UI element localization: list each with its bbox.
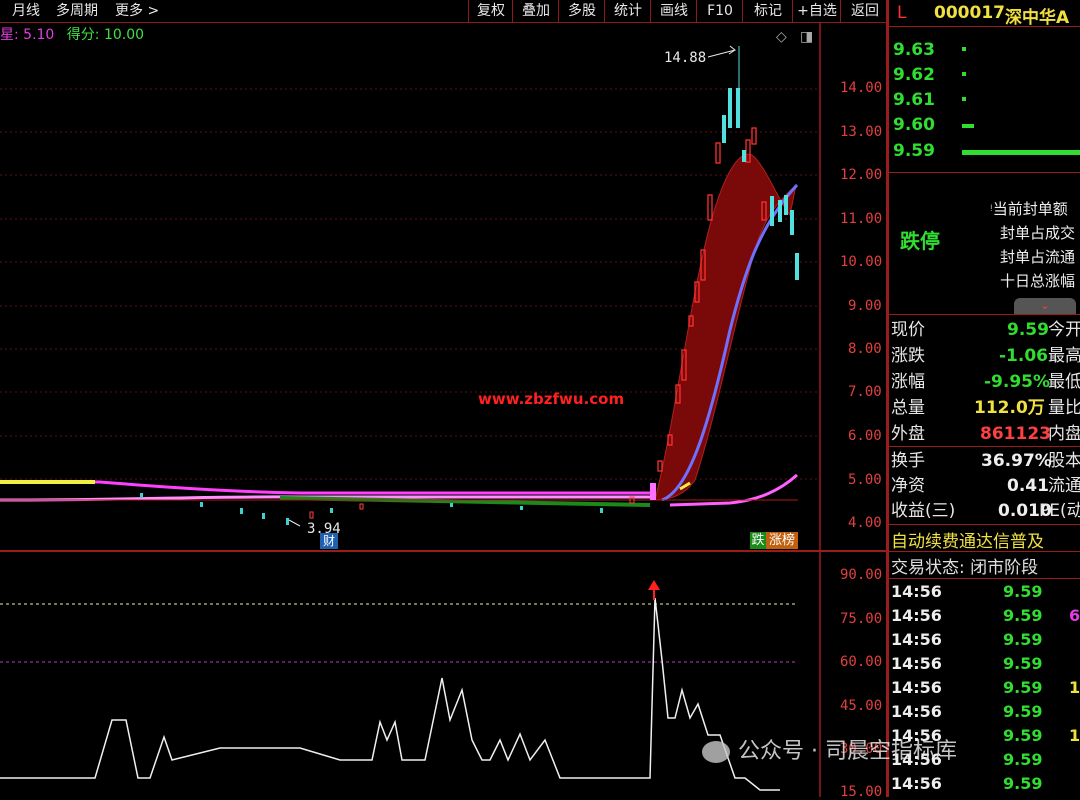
window-toggle-icon[interactable]: ◨ (800, 29, 813, 45)
restore-rights-button[interactable]: 复权 (468, 0, 513, 22)
tick-row: 14:56 9.59 (891, 630, 1043, 649)
osc-y-tick: 75.00 (840, 611, 883, 627)
more-button[interactable]: 更多 > (115, 0, 159, 22)
stat-row: 收益(三) 0.010 PE(动 (891, 501, 1080, 521)
quote-flag: L (897, 3, 907, 23)
wechat-icon (702, 741, 730, 763)
ranking-tag[interactable]: 涨榜 (766, 532, 798, 549)
y-tick-label: 10.00 (840, 254, 883, 270)
divider (889, 172, 1080, 173)
seal-info-item: ᵎ当前封单额 (990, 200, 1068, 218)
book-price: 9.59 (893, 141, 935, 161)
tick-row: 14:56 9.59 (891, 774, 1043, 793)
stock-name: 深中华A (1005, 8, 1070, 28)
y-tick-label: 9.00 (848, 298, 882, 314)
book-bar (962, 72, 966, 76)
stock-code: 000017 (934, 3, 1005, 23)
wechat-watermark: 公众号 · 司晨空指标库 (702, 736, 957, 768)
trade-state: 交易状态: 闭市阶段 (891, 558, 1039, 578)
y-tick-label: 7.00 (848, 384, 882, 400)
stat-row: 现价 9.59 今开 (891, 320, 1080, 340)
draw-line-button[interactable]: 画线 (650, 0, 697, 22)
multi-period-button[interactable]: 多周期 (56, 0, 98, 22)
osc-y-tick: 90.00 (840, 567, 883, 583)
tick-row: 14:56 9.59 (891, 654, 1043, 673)
high-price-label: 14.88 (664, 50, 706, 66)
overlay-button[interactable]: 叠加 (512, 0, 559, 22)
divider (889, 26, 1080, 27)
osc-y-tick: 45.00 (840, 698, 883, 714)
add-watchlist-button[interactable]: +自选 (792, 0, 841, 22)
statistics-button[interactable]: 统计 (604, 0, 651, 22)
book-bar (962, 150, 1080, 155)
multi-stock-button[interactable]: 多股 (558, 0, 605, 22)
book-price: 9.62 (893, 65, 935, 85)
divider (889, 314, 1080, 315)
book-price: 9.61 (893, 90, 935, 110)
quote-header: L 000017 深中华A (889, 0, 1080, 28)
tick-row: 14:56 9.59 (891, 702, 1043, 721)
back-button[interactable]: 返回 (840, 0, 889, 22)
book-price: 9.60 (893, 115, 935, 135)
seal-info-list: ᵎ当前封单额 封单占成交 封单占流通 十日总涨幅 (990, 197, 1075, 293)
tick-row: 14:56 9.59 (891, 582, 1043, 601)
osc-y-tick: 60.00 (840, 654, 883, 670)
stat-row: 换手 36.97% 股本 (891, 451, 1080, 471)
monthly-button[interactable]: 月线 (12, 0, 40, 22)
book-bar (962, 97, 966, 101)
price-chart[interactable]: 14.88 3.94 www.zbzfwu.com ◇ ◨ (0, 22, 888, 550)
y-tick-label: 14.00 (840, 80, 883, 96)
limit-down-tag[interactable]: 跌 (750, 532, 766, 549)
mark-button[interactable]: 标记 (742, 0, 793, 22)
book-price: 9.63 (893, 40, 935, 60)
tick-row: 14:56 9.59 6 (891, 606, 1080, 625)
tick-row: 14:56 9.59 1 (891, 678, 1080, 697)
osc-y-tick: 15.00 (840, 784, 883, 800)
finance-tag[interactable]: 财 (320, 533, 338, 549)
y-tick-label: 12.00 (840, 167, 883, 183)
divider (889, 524, 1080, 525)
y-tick-label: 6.00 (848, 428, 882, 444)
seal-info-item: 封单占成交 (1000, 224, 1076, 242)
collapse-chevron-icon[interactable]: ⌄ (1014, 298, 1076, 314)
right-panel-border (886, 0, 889, 797)
divider (889, 578, 1080, 579)
toolbar: 月线 多周期 更多 > 复权 叠加 多股 统计 画线 F10 标记 +自选 返回 (0, 0, 888, 23)
f10-button[interactable]: F10 (696, 0, 743, 22)
stat-row: 外盘 861123 内盘 (891, 424, 1080, 444)
stat-row: 净资 0.41 流通 (891, 476, 1080, 496)
limit-status: 跌停 (900, 229, 940, 253)
diamond-icon[interactable]: ◇ (776, 29, 787, 45)
divider (889, 446, 1080, 447)
y-tick-label: 4.00 (848, 515, 882, 531)
stat-row: 总量 112.0万 量比 (891, 398, 1080, 418)
watermark-url: www.zbzfwu.com (478, 390, 624, 408)
divider (889, 551, 1080, 552)
book-bar (962, 124, 974, 128)
book-bar (962, 47, 966, 51)
stat-row: 涨跌 -1.06 最高 (891, 346, 1080, 366)
y-tick-label: 5.00 (848, 472, 882, 488)
news-ticker[interactable]: 自动续费通达信普及 (891, 527, 1044, 552)
y-tick-label: 11.00 (840, 211, 883, 227)
y-tick-label: 13.00 (840, 124, 883, 140)
stat-row: 涨幅 -9.95% 最低 (891, 372, 1080, 392)
seal-info-item: 十日总涨幅 (1000, 272, 1076, 290)
y-tick-label: 8.00 (848, 341, 882, 357)
seal-info-item: 封单占流通 (1000, 248, 1076, 266)
